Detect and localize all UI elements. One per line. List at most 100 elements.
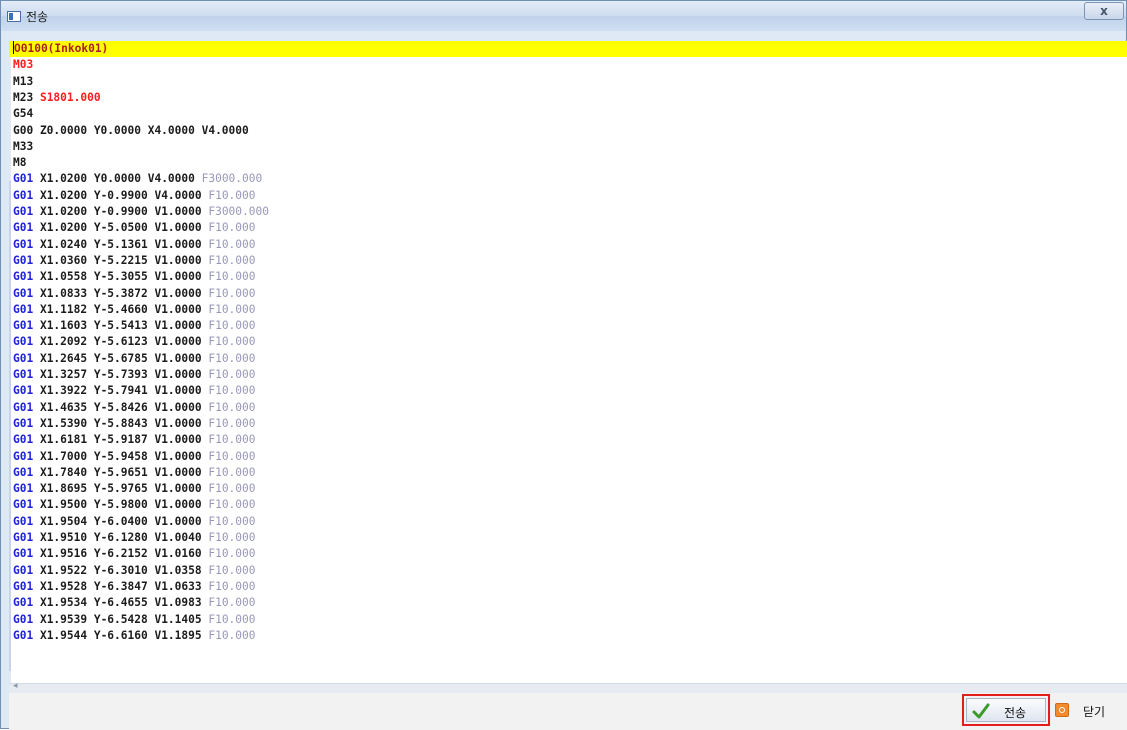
nc-line: G00 Z0.0000 Y0.0000 X4.0000 V4.0000 [13, 123, 249, 139]
nc-token: F10.000 [208, 368, 256, 381]
nc-token: G01 [13, 531, 34, 544]
nc-token: G01 [13, 221, 34, 235]
nc-token: G01 [13, 286, 34, 300]
nc-token: F10.000 [208, 416, 256, 430]
nc-token: G01 [13, 237, 34, 251]
nc-token: X1.0558 Y-5.3055 V1.0000 [33, 270, 209, 284]
nc-line: M03 [13, 57, 33, 73]
nc-token: F10.000 [208, 563, 256, 577]
nc-token: G01 [13, 498, 34, 512]
nc-token: X1.9528 Y-6.3847 V1.0633 [33, 579, 209, 593]
nc-token: G01 [13, 628, 34, 642]
transfer-dialog: 전송 x O0100(Inkok01) M03 M13 M23 S1801.000 G5… [0, 0, 1127, 730]
nc-token: X1.1182 Y-5.4660 V1.0000 [33, 302, 209, 316]
nc-token: G01 [13, 172, 34, 186]
nc-token: X1.5390 Y-5.8843 V1.0000 [33, 416, 209, 430]
nc-token: G01 [13, 368, 34, 381]
nc-token: F3000.000 [201, 172, 263, 186]
nc-token: F10.000 [208, 221, 256, 235]
nc-token: G01 [13, 482, 34, 496]
close-button[interactable]: 닫기 [1053, 698, 1125, 722]
nc-token: X1.9510 Y-6.1280 V1.0040 [33, 531, 209, 544]
nc-line: G01 X1.9528 Y-6.3847 V1.0633 F10.000 [13, 579, 256, 595]
nc-token: G01 [13, 384, 34, 398]
nc-token: F3000.000 [208, 205, 269, 218]
nc-token: X1.3922 Y-5.7941 V1.0000 [33, 384, 209, 398]
nc-line: G01 X1.9510 Y-6.1280 V1.0040 F10.000 [13, 530, 256, 546]
nc-token: F10.000 [208, 270, 256, 284]
nc-line: G01 X1.9522 Y-6.3010 V1.0358 F10.000 [13, 563, 256, 579]
nc-line: G01 X1.9544 Y-6.6160 V1.1895 F10.000 [13, 628, 256, 644]
nc-token: F10.000 [208, 302, 256, 316]
nc-token: X1.8695 Y-5.9765 V1.0000 [33, 482, 209, 496]
nc-line: G54 [13, 106, 33, 122]
window-icon [7, 11, 21, 22]
nc-token: O0100(Inkok01) [14, 42, 109, 55]
nc-token: G01 [13, 449, 34, 463]
nc-line: M8 [13, 155, 26, 171]
nc-token: G01 [13, 596, 34, 610]
nc-line: G01 X1.0240 Y-5.1361 V1.0000 F10.000 [13, 237, 256, 253]
nc-token: X1.2092 Y-5.6123 V1.0000 [33, 335, 209, 349]
nc-token: G01 [13, 188, 34, 202]
nc-line-current: O0100(Inkok01) [9, 41, 1127, 57]
nc-token: F10.000 [208, 482, 256, 496]
nc-line: G01 X1.0360 Y-5.2215 V1.0000 F10.000 [13, 253, 256, 269]
nc-line: M13 [13, 74, 33, 90]
nc-token: F10.000 [208, 449, 256, 463]
nc-token: G01 [13, 400, 34, 414]
nc-line: G01 X1.0200 Y-0.9900 V1.0000 F3000.000 [13, 204, 269, 220]
nc-token: X1.0200 Y-0.9900 V4.0000 [33, 188, 209, 202]
nc-code-editor[interactable]: O0100(Inkok01) M03 M13 M23 S1801.000 G54 G00 … [9, 41, 1127, 683]
checkmark-icon [972, 703, 990, 719]
nc-line: G01 X1.5390 Y-5.8843 V1.0000 F10.000 [13, 416, 256, 432]
nc-token: F10.000 [208, 319, 256, 333]
nc-token: X1.7000 Y-5.9458 V1.0000 [33, 449, 209, 463]
nc-token: M33 [13, 139, 34, 153]
nc-line: G01 X1.3922 Y-5.7941 V1.0000 F10.000 [13, 383, 256, 399]
nc-token: X1.0240 Y-5.1361 V1.0000 [33, 237, 209, 251]
nc-line: G01 X1.8695 Y-5.9765 V1.0000 F10.000 [13, 481, 256, 497]
nc-token: G01 [13, 319, 34, 333]
nc-token: G01 [13, 270, 34, 284]
nc-token: F10.000 [208, 498, 256, 512]
nc-token: X1.9539 Y-6.5428 V1.1405 [33, 612, 209, 626]
horizontal-scrollbar[interactable]: ◂ [9, 681, 1127, 693]
send-button[interactable]: 전송 [962, 694, 1050, 726]
title-bar: 전송 x [1, 1, 1126, 31]
nc-token: X1.6181 Y-5.9187 V1.0000 [33, 433, 209, 447]
nc-token: F10.000 [208, 531, 256, 544]
nc-token: X1.0200 Y-5.0500 V1.0000 [33, 221, 209, 235]
nc-token: X1.2645 Y-5.6785 V1.0000 [33, 351, 209, 365]
nc-token: F10.000 [208, 335, 256, 349]
nc-line: G01 X1.9534 Y-6.4655 V1.0983 F10.000 [13, 595, 256, 611]
send-button-label: 전송 [1004, 706, 1027, 720]
nc-token: M8 [13, 156, 27, 170]
nc-line: G01 X1.7000 Y-5.9458 V1.0000 F10.000 [13, 449, 256, 465]
nc-token: F10.000 [208, 547, 256, 561]
window-title: 전송 [26, 10, 49, 24]
nc-token: X1.9504 Y-6.0400 V1.0000 [33, 514, 209, 528]
nc-token: G01 [13, 335, 34, 349]
nc-token: G01 [13, 253, 34, 267]
nc-token: F10.000 [208, 612, 256, 626]
nc-token: G01 [13, 563, 34, 577]
nc-token: X1.0200 Y-0.9900 V1.0000 [33, 205, 209, 218]
window-close-button[interactable]: x [1084, 2, 1124, 20]
nc-token: F10.000 [208, 384, 256, 398]
nc-token: X1.1603 Y-5.5413 V1.0000 [33, 319, 209, 333]
nc-token: F10.000 [208, 433, 256, 447]
stop-icon [1055, 703, 1069, 717]
editor-gutter [9, 41, 11, 683]
nc-line: M33 [13, 139, 33, 155]
nc-token: F10.000 [208, 351, 256, 365]
nc-token: X1.0360 Y-5.2215 V1.0000 [33, 253, 209, 267]
nc-token: M23 [13, 90, 40, 104]
nc-line: G01 X1.0200 Y-0.9900 V4.0000 F10.000 [13, 188, 256, 204]
nc-token: G01 [13, 351, 34, 365]
nc-line: G01 X1.0200 Y0.0000 V4.0000 F3000.000 [13, 171, 262, 187]
nc-token: G01 [13, 547, 34, 561]
close-button-label: 닫기 [1083, 705, 1106, 719]
nc-line: G01 X1.2092 Y-5.6123 V1.0000 F10.000 [13, 334, 256, 350]
scroll-left-arrow-icon[interactable]: ◂ [13, 681, 18, 691]
